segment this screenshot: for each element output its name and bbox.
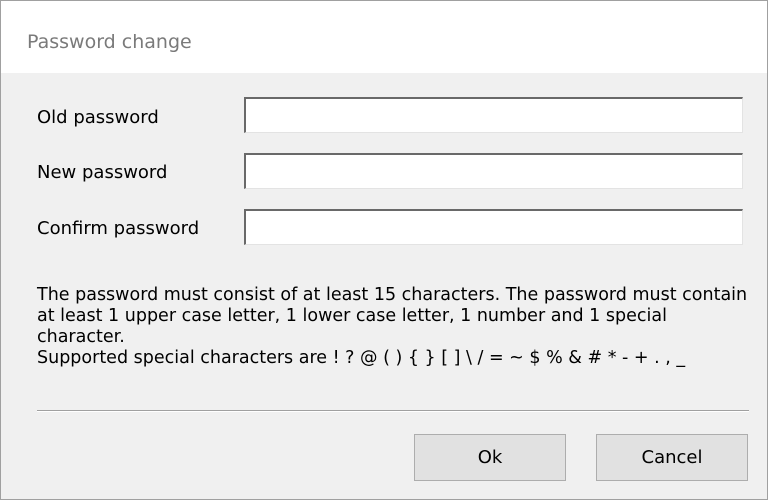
old-password-label: Old password — [37, 107, 159, 128]
password-requirements: The password must consist of at least 15… — [37, 285, 749, 369]
ok-button[interactable]: Ok — [414, 434, 566, 481]
dialog-title: Password change — [27, 31, 192, 53]
password-change-dialog: Password change Old password New passwor… — [0, 0, 768, 500]
requirements-text: The password must consist of at least 15… — [37, 285, 748, 347]
cancel-button[interactable]: Cancel — [596, 434, 748, 481]
old-password-field[interactable] — [244, 97, 743, 133]
new-password-field[interactable] — [244, 153, 743, 189]
new-password-label: New password — [37, 162, 168, 183]
confirm-password-label: Confirm password — [37, 218, 200, 239]
confirm-password-field[interactable] — [244, 209, 743, 245]
title-bar: Password change — [1, 1, 767, 73]
separator — [37, 410, 749, 412]
special-characters-text: Supported special characters are ! ? @ (… — [37, 348, 686, 368]
